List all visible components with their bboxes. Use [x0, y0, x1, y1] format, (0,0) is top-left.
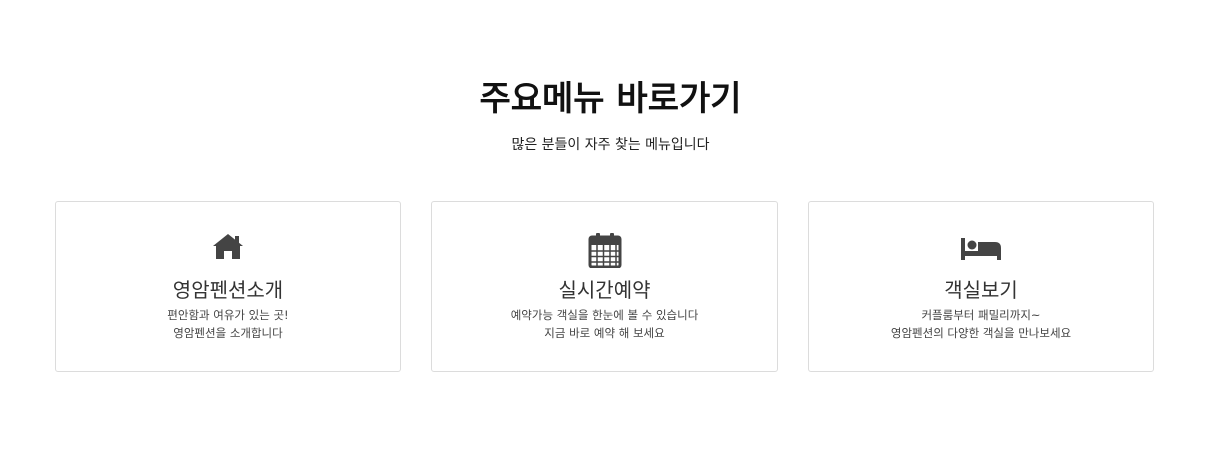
card-description: 커플룸부터 패밀리까지~ 영암펜션의 다양한 객실을 만나보세요	[809, 306, 1153, 342]
main-menu-section: 주요메뉴 바로가기 많은 분들이 자주 찾는 메뉴입니다 영암펜션소개 편안함과…	[0, 0, 1221, 457]
card-room-view[interactable]: 객실보기 커플룸부터 패밀리까지~ 영암펜션의 다양한 객실을 만나보세요	[808, 201, 1154, 372]
card-title: 영암펜션소개	[172, 278, 284, 302]
home-icon	[56, 232, 400, 268]
card-pension-intro[interactable]: 영암펜션소개 편안함과 여유가 있는 곳! 영암펜션을 소개합니다	[55, 201, 401, 372]
card-desc-line: 영암펜션의 다양한 객실을 만나보세요	[890, 326, 1072, 340]
card-title: 실시간예약	[558, 278, 651, 302]
card-desc-line: 예약가능 객실을 한눈에 볼 수 있습니다	[510, 308, 699, 322]
card-title: 객실보기	[944, 278, 1018, 302]
section-subtitle: 많은 분들이 자주 찾는 메뉴입니다	[511, 137, 710, 153]
card-realtime-reservation[interactable]: 실시간예약 예약가능 객실을 한눈에 볼 수 있습니다 지금 바로 예약 해 보…	[431, 201, 778, 372]
card-description: 예약가능 객실을 한눈에 볼 수 있습니다 지금 바로 예약 해 보세요	[432, 306, 777, 342]
card-desc-line: 영암펜션을 소개합니다	[173, 326, 283, 340]
calendar-icon	[432, 232, 777, 268]
card-desc-line: 커플룸부터 패밀리까지~	[921, 308, 1041, 322]
bed-icon	[809, 232, 1153, 268]
section-title: 주요메뉴 바로가기	[479, 79, 742, 119]
card-description: 편안함과 여유가 있는 곳! 영암펜션을 소개합니다	[56, 306, 400, 342]
card-desc-line: 지금 바로 예약 해 보세요	[544, 326, 665, 340]
card-desc-line: 편안함과 여유가 있는 곳!	[167, 308, 289, 322]
